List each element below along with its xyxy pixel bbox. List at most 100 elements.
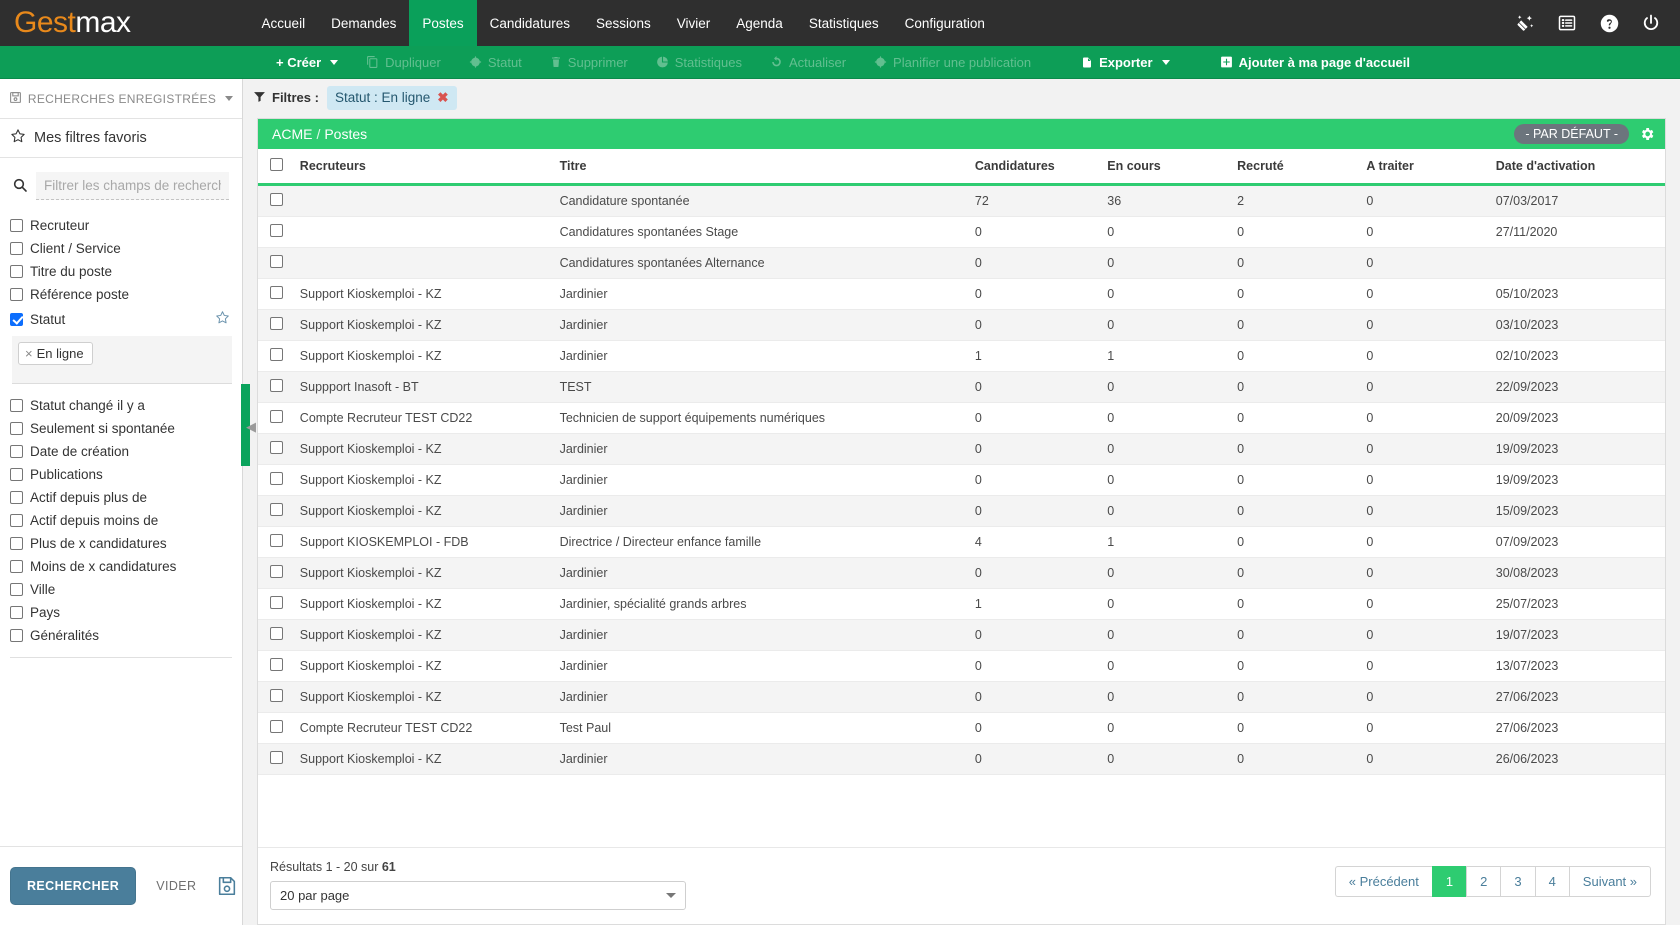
export-button[interactable]: Exporter bbox=[1067, 46, 1183, 79]
list-view-icon[interactable] bbox=[1556, 12, 1578, 34]
checkbox-select-all[interactable] bbox=[270, 158, 283, 171]
table-row[interactable]: Support Kioskemploi - KZ Jardinier 0 0 0 0 27/… bbox=[258, 681, 1665, 713]
filter-item-recruteur[interactable]: Recruteur bbox=[0, 214, 242, 237]
column-header-en-cours[interactable]: En cours bbox=[1103, 149, 1234, 186]
checkbox-generalites[interactable] bbox=[10, 629, 23, 642]
checkbox-row-5[interactable] bbox=[270, 348, 283, 361]
table-row[interactable]: Support Kioskemploi - KZ Jardinier 0 0 0 0 05/… bbox=[258, 278, 1665, 310]
table-row[interactable]: Support Kioskemploi - KZ Jardinier 0 0 0 0 15/… bbox=[258, 495, 1665, 527]
table-row[interactable]: Candidatures spontanées Stage 0 0 0 0 27/11/2… bbox=[258, 216, 1665, 248]
table-row[interactable]: Support Kioskemploi - KZ Jardinier 0 0 0 0 19/… bbox=[258, 464, 1665, 496]
checkbox-row-7[interactable] bbox=[270, 410, 283, 423]
checkbox-row-17[interactable] bbox=[270, 720, 283, 733]
filter-item-reference-poste[interactable]: Référence poste bbox=[0, 283, 242, 306]
checkbox-row-12[interactable] bbox=[270, 565, 283, 578]
checkbox-reference-poste[interactable] bbox=[10, 288, 23, 301]
nav-item-agenda[interactable]: Agenda bbox=[723, 0, 796, 46]
filter-item-actif-moins-de[interactable]: Actif depuis moins de bbox=[0, 509, 242, 532]
sidebar-collapse-arrow[interactable]: ◀ bbox=[246, 419, 256, 435]
nav-item-statistiques[interactable]: Statistiques bbox=[796, 0, 892, 46]
filter-item-statut[interactable]: Statut bbox=[0, 306, 242, 332]
checkbox-ville[interactable] bbox=[10, 583, 23, 596]
table-row[interactable]: Support Kioskemploi - KZ Jardinier 0 0 0 0 19/… bbox=[258, 433, 1665, 465]
nav-item-configuration[interactable]: Configuration bbox=[892, 0, 998, 46]
filter-item-titre-du-poste[interactable]: Titre du poste bbox=[0, 260, 242, 283]
table-row[interactable]: Compte Recruteur TEST CD22 Test Paul 0 0 0 0 2… bbox=[258, 712, 1665, 744]
pagination-page-2[interactable]: 2 bbox=[1466, 866, 1501, 897]
active-filter-chip-statut[interactable]: Statut : En ligne ✖ bbox=[326, 85, 457, 110]
column-header-a-traiter[interactable]: A traiter bbox=[1362, 149, 1492, 186]
filter-item-pays[interactable]: Pays bbox=[0, 601, 242, 624]
filter-item-statut-change[interactable]: Statut changé il y a bbox=[0, 394, 242, 417]
checkbox-statut-change[interactable] bbox=[10, 399, 23, 412]
table-row[interactable]: Candidature spontanée 72 36 2 0 07/03/2017 bbox=[258, 184, 1665, 217]
nav-item-demandes[interactable]: Demandes bbox=[318, 0, 409, 46]
table-row[interactable]: Support Kioskemploi - KZ Jardinier 0 0 0 0 03/… bbox=[258, 309, 1665, 341]
pagination-page-3[interactable]: 3 bbox=[1500, 866, 1535, 897]
filter-item-publications[interactable]: Publications bbox=[0, 463, 242, 486]
checkbox-row-0[interactable] bbox=[270, 193, 283, 206]
magic-wand-icon[interactable] bbox=[1514, 12, 1536, 34]
checkbox-row-1[interactable] bbox=[270, 224, 283, 237]
nav-item-postes[interactable]: Postes bbox=[409, 0, 477, 46]
star-icon[interactable] bbox=[215, 310, 230, 328]
checkbox-plus-candidatures[interactable] bbox=[10, 537, 23, 550]
save-search-icon[interactable] bbox=[216, 875, 238, 897]
table-row[interactable]: Candidatures spontanées Alternance 0 0 0 0 bbox=[258, 247, 1665, 279]
checkbox-row-4[interactable] bbox=[270, 317, 283, 330]
checkbox-date-creation[interactable] bbox=[10, 445, 23, 458]
table-row[interactable]: Support Kioskemploi - KZ Jardinier 0 0 0 0 19/… bbox=[258, 619, 1665, 651]
checkbox-pays[interactable] bbox=[10, 606, 23, 619]
search-button[interactable]: RECHERCHER bbox=[10, 867, 137, 905]
checkbox-actif-moins-de[interactable] bbox=[10, 514, 23, 527]
filter-item-client-service[interactable]: Client / Service bbox=[0, 237, 242, 260]
pagination-page-4[interactable]: 4 bbox=[1534, 866, 1569, 897]
saved-searches-dropdown[interactable]: RECHERCHES ENREGISTRÉES bbox=[0, 79, 242, 119]
filter-item-generalites[interactable]: Généralités bbox=[0, 624, 242, 647]
column-header-date[interactable]: Date d'activation bbox=[1491, 149, 1665, 186]
power-icon[interactable] bbox=[1640, 12, 1662, 34]
checkbox-row-10[interactable] bbox=[270, 503, 283, 516]
nav-item-candidatures[interactable]: Candidatures bbox=[477, 0, 583, 46]
checkbox-moins-candidatures[interactable] bbox=[10, 560, 23, 573]
table-row[interactable]: Suppport Inasoft - BT TEST 0 0 0 0 22/09/2023 bbox=[258, 371, 1665, 403]
nav-item-accueil[interactable]: Accueil bbox=[249, 0, 319, 46]
checkbox-publications[interactable] bbox=[10, 468, 23, 481]
app-logo[interactable]: Gest max bbox=[0, 0, 149, 46]
per-page-select[interactable]: 20 par page bbox=[270, 881, 686, 910]
gear-icon[interactable] bbox=[1639, 126, 1655, 142]
column-header-recrute[interactable]: Recruté bbox=[1233, 149, 1363, 186]
checkbox-row-15[interactable] bbox=[270, 658, 283, 671]
remove-tag-icon[interactable]: × bbox=[25, 346, 33, 361]
column-header-recruteurs[interactable]: Recruteurs bbox=[295, 149, 556, 186]
tag-en-ligne[interactable]: × En ligne bbox=[18, 342, 93, 365]
results-table-scroll[interactable]: Recruteurs Titre Candidatures En cours R… bbox=[258, 149, 1665, 847]
table-row[interactable]: Support KIOSKEMPLOI - FDB Directrice / Di… bbox=[258, 526, 1665, 558]
clear-button[interactable]: VIDER bbox=[150, 878, 202, 894]
nav-item-vivier[interactable]: Vivier bbox=[664, 0, 724, 46]
filter-item-plus-candidatures[interactable]: Plus de x candidatures bbox=[0, 532, 242, 555]
search-input[interactable] bbox=[36, 172, 229, 200]
breadcrumb-root[interactable]: ACME bbox=[272, 126, 312, 142]
checkbox-titre-du-poste[interactable] bbox=[10, 265, 23, 278]
table-row[interactable]: Compte Recruteur TEST CD22 Technicien de … bbox=[258, 402, 1665, 434]
pagination-next[interactable]: Suivant » bbox=[1568, 866, 1651, 897]
filter-item-seulement-spontanee[interactable]: Seulement si spontanée bbox=[0, 417, 242, 440]
table-row[interactable]: Support Kioskemploi - KZ Jardinier 0 0 0 0 13/… bbox=[258, 650, 1665, 682]
filter-item-ville[interactable]: Ville bbox=[0, 578, 242, 601]
favorite-filters-item[interactable]: Mes filtres favoris bbox=[0, 119, 242, 158]
checkbox-row-2[interactable] bbox=[270, 255, 283, 268]
filter-item-moins-candidatures[interactable]: Moins de x candidatures bbox=[0, 555, 242, 578]
checkbox-row-13[interactable] bbox=[270, 596, 283, 609]
table-row[interactable]: Support Kioskemploi - KZ Jardinier 0 0 0 0 30/… bbox=[258, 557, 1665, 589]
add-to-homepage-button[interactable]: Ajouter à ma page d'accueil bbox=[1206, 46, 1424, 79]
checkbox-row-14[interactable] bbox=[270, 627, 283, 640]
checkbox-actif-plus-de[interactable] bbox=[10, 491, 23, 504]
checkbox-row-3[interactable] bbox=[270, 286, 283, 299]
view-default-badge[interactable]: - PAR DÉFAUT - bbox=[1514, 124, 1629, 144]
column-header-titre[interactable]: Titre bbox=[555, 149, 971, 186]
checkbox-row-8[interactable] bbox=[270, 441, 283, 454]
filter-item-actif-plus-de[interactable]: Actif depuis plus de bbox=[0, 486, 242, 509]
remove-filter-icon[interactable]: ✖ bbox=[437, 90, 448, 106]
checkbox-client-service[interactable] bbox=[10, 242, 23, 255]
